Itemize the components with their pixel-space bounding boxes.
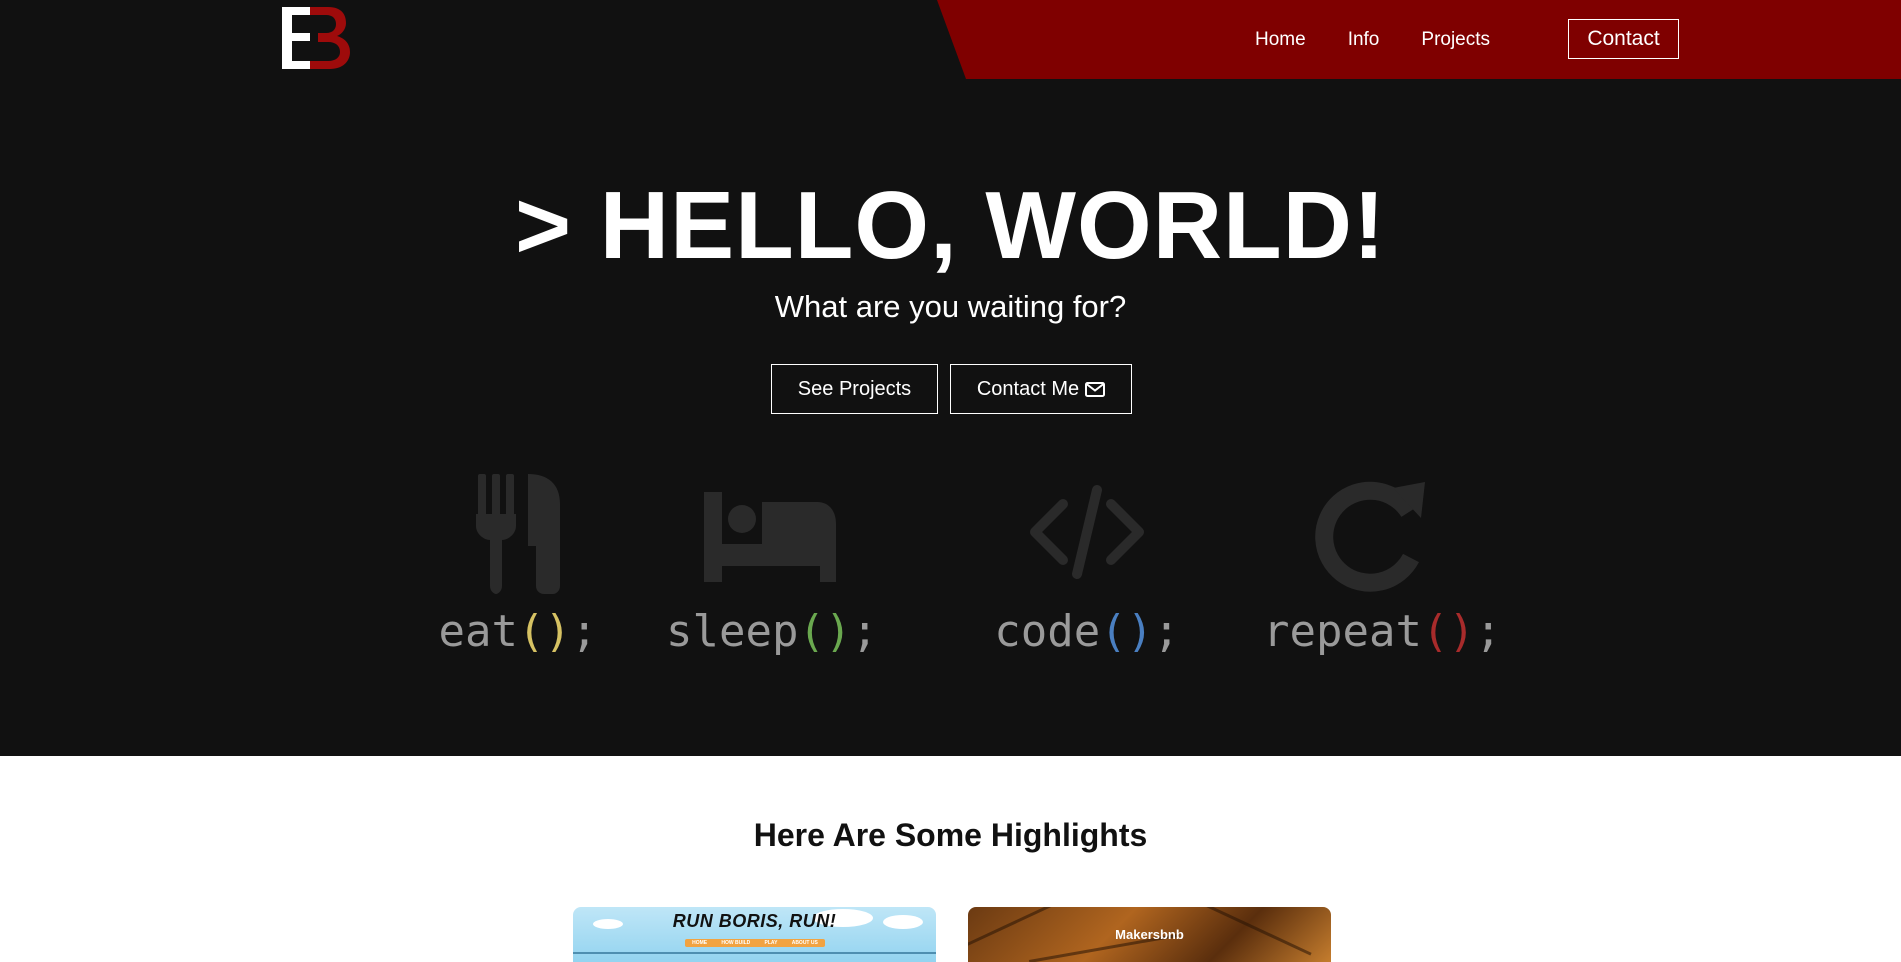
project-card-makersbnb[interactable]: Makersbnb — [968, 907, 1331, 962]
routine-sleep: sleep(); — [662, 474, 882, 657]
routine-eat: eat(); — [408, 474, 628, 657]
routine-repeat-label: repeat(); — [1263, 606, 1502, 657]
nav-info-link[interactable]: Info — [1348, 29, 1380, 51]
see-projects-button[interactable]: See Projects — [771, 364, 938, 414]
routine-eat-label: eat(); — [438, 606, 598, 657]
redo-icon — [1315, 481, 1425, 592]
utensils-icon — [476, 474, 560, 594]
hero-subtitle: What are you waiting for? — [774, 289, 1127, 324]
contact-me-button[interactable]: Contact Me — [950, 364, 1132, 414]
game-menu: HOME HOW BUILD PLAY ABOUT US — [685, 939, 825, 947]
routine-repeat: repeat(); — [1263, 474, 1502, 657]
nav-contact-button[interactable]: Contact — [1568, 19, 1679, 59]
highlights-title: Here Are Some Highlights — [753, 817, 1148, 853]
hero-section: > HELLO, WORLD! What are you waiting for… — [0, 79, 1901, 756]
code-icon — [1030, 485, 1144, 579]
bed-icon — [704, 492, 836, 582]
see-projects-label: See Projects — [797, 377, 912, 400]
game-menu-item: PLAY — [764, 940, 778, 946]
routine-code: code(); — [977, 474, 1197, 657]
card-title: RUN BORIS, RUN! — [672, 911, 837, 931]
nav-home-link[interactable]: Home — [1255, 29, 1306, 51]
game-menu-item: HOME — [692, 940, 708, 946]
navbar: Home Info Projects Contact — [0, 0, 1901, 79]
routine-sleep-label: sleep(); — [666, 606, 878, 657]
nav-projects-link[interactable]: Projects — [1421, 29, 1490, 51]
nav-links: Home Info Projects — [1255, 0, 1532, 79]
game-menu-item: ABOUT US — [791, 940, 818, 946]
ground-line — [573, 952, 936, 954]
contact-me-label: Contact Me — [976, 377, 1080, 400]
card-title: Makersbnb — [1115, 927, 1184, 942]
game-menu-item: HOW BUILD — [721, 940, 751, 946]
eb-logo[interactable] — [280, 5, 352, 71]
hero-title: > HELLO, WORLD! — [515, 172, 1386, 279]
routine-code-label: code(); — [994, 606, 1180, 657]
envelope-icon — [1085, 381, 1106, 397]
project-card-run-boris[interactable]: RUN BORIS, RUN! HOME HOW BUILD PLAY ABOU… — [573, 907, 936, 962]
